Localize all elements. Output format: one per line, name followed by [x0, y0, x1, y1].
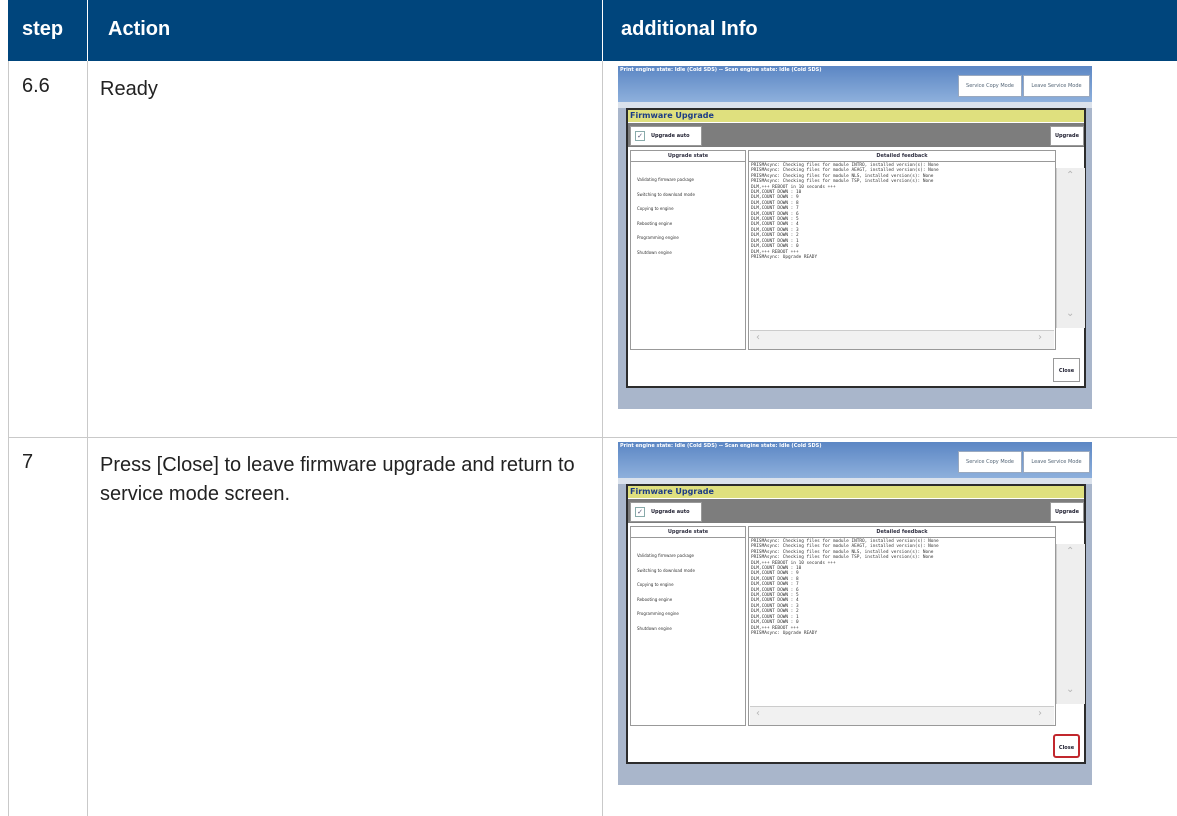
- close-button[interactable]: Close: [1053, 358, 1080, 382]
- upgrade-state-item: Programming engine: [637, 235, 679, 240]
- window-toolbar: ✓ Upgrade auto Upgrade: [628, 123, 1084, 147]
- upgrade-state-item: Programming engine: [637, 611, 679, 616]
- detailed-feedback-header: Detailed feedback: [749, 151, 1055, 162]
- upgrade-state-item: Shutdown engine: [637, 249, 672, 255]
- horizontal-scrollbar[interactable]: ‹ ›: [750, 706, 1054, 725]
- column-divider: [602, 61, 603, 816]
- step-number: 7: [22, 451, 34, 473]
- upgrade-auto-label: Upgrade auto: [651, 509, 690, 515]
- service-copy-mode-button[interactable]: Service Copy Mode: [958, 75, 1022, 97]
- chevron-left-icon[interactable]: ‹: [756, 708, 760, 719]
- header-divider: [602, 0, 603, 61]
- upgrade-state-item: Validating firmware package: [637, 177, 695, 182]
- upgrade-auto-checkbox[interactable]: ✓ Upgrade auto: [630, 126, 702, 146]
- upgrade-state-header: Upgrade state: [631, 151, 745, 162]
- close-button[interactable]: Close: [1053, 734, 1080, 758]
- chevron-right-icon[interactable]: ›: [1038, 332, 1042, 343]
- upgrade-state-item: Switching to download mode: [637, 567, 695, 573]
- column-divider: [8, 61, 9, 816]
- feedback-log: PRISMAsync: Checking files for module IN…: [751, 539, 939, 636]
- upgrade-state-item: Validating firmware package: [637, 553, 695, 558]
- chevron-right-icon[interactable]: ›: [1038, 708, 1042, 719]
- chevron-down-icon[interactable]: ⌄: [1066, 684, 1074, 695]
- header-step: step: [22, 18, 64, 40]
- engine-state-text: Print engine state: Idle (Cold SDS) -- S…: [620, 443, 822, 449]
- upgrade-state-item: Shutdown engine: [637, 625, 672, 631]
- window-toolbar: ✓ Upgrade auto Upgrade: [628, 499, 1084, 523]
- window-title: Firmware Upgrade: [628, 110, 1084, 122]
- checkmark-icon: ✓: [635, 507, 645, 517]
- log-line: PRISMAsync: Upgrade READY: [751, 254, 818, 260]
- leave-service-mode-button[interactable]: Leave Service Mode: [1023, 75, 1090, 97]
- upgrade-button[interactable]: Upgrade: [1050, 126, 1084, 146]
- upgrade-auto-label: Upgrade auto: [651, 133, 690, 139]
- column-divider: [87, 61, 88, 816]
- log-line: PRISMAsync: Checking files for module TS…: [751, 555, 934, 561]
- firmware-upgrade-screenshot: Print engine state: Idle (Cold SDS) -- S…: [618, 66, 1092, 409]
- action-text: Ready: [100, 78, 158, 100]
- leave-service-mode-button[interactable]: Leave Service Mode: [1023, 451, 1090, 473]
- vertical-scrollbar[interactable]: ⌃ ⌄: [1056, 168, 1085, 328]
- upgrade-state-item: Rebooting engine: [637, 596, 673, 602]
- status-bar: Print engine state: Idle (Cold SDS) -- S…: [618, 66, 1092, 102]
- step-number: 6.6: [22, 75, 50, 97]
- window-title: Firmware Upgrade: [628, 486, 1084, 498]
- detailed-feedback-panel: Detailed feedback PRISMAsync: Checking fi…: [748, 526, 1056, 726]
- service-copy-mode-button[interactable]: Service Copy Mode: [958, 451, 1022, 473]
- upgrade-state-header: Upgrade state: [631, 527, 745, 538]
- firmware-upgrade-window: Firmware Upgrade ✓ Upgrade auto Upgrade Upgr…: [626, 484, 1086, 764]
- upgrade-state-item: Copying to engine: [637, 582, 674, 587]
- chevron-up-icon[interactable]: ⌃: [1066, 546, 1074, 557]
- upgrade-state-panel: Upgrade state Validating firmware package…: [630, 526, 746, 726]
- detailed-feedback-header: Detailed feedback: [749, 527, 1055, 538]
- upgrade-state-item: Rebooting engine: [637, 220, 673, 226]
- engine-state-text: Print engine state: Idle (Cold SDS) -- S…: [620, 67, 822, 73]
- horizontal-scrollbar[interactable]: ‹ ›: [750, 330, 1054, 349]
- upgrade-state-item: Copying to engine: [637, 206, 674, 211]
- upgrade-state-panel: Upgrade state Validating firmware package…: [630, 150, 746, 350]
- table-header: step Action additional Info: [8, 0, 1177, 61]
- chevron-up-icon[interactable]: ⌃: [1066, 170, 1074, 181]
- upgrade-auto-checkbox[interactable]: ✓ Upgrade auto: [630, 502, 702, 522]
- vertical-scrollbar[interactable]: ⌃ ⌄: [1056, 544, 1085, 704]
- log-line: PRISMAsync: Upgrade READY: [751, 630, 818, 636]
- log-line: PRISMAsync: Checking files for module TS…: [751, 179, 934, 185]
- upgrade-button[interactable]: Upgrade: [1050, 502, 1084, 522]
- chevron-down-icon[interactable]: ⌄: [1066, 308, 1074, 319]
- feedback-log: PRISMAsync: Checking files for module IN…: [751, 163, 939, 260]
- firmware-upgrade-window: Firmware Upgrade ✓ Upgrade auto Upgrade Upgr…: [626, 108, 1086, 388]
- action-text: Press [Close] to leave firmware upgrade …: [100, 454, 575, 505]
- detailed-feedback-panel: Detailed feedback PRISMAsync: Checking fi…: [748, 150, 1056, 350]
- chevron-left-icon[interactable]: ‹: [756, 332, 760, 343]
- firmware-upgrade-screenshot: Print engine state: Idle (Cold SDS) -- S…: [618, 442, 1092, 785]
- upgrade-state-item: Switching to download mode: [637, 191, 695, 197]
- header-additional-info: additional Info: [621, 18, 758, 40]
- header-divider: [87, 0, 88, 61]
- checkmark-icon: ✓: [635, 131, 645, 141]
- header-action: Action: [108, 18, 171, 40]
- status-bar: Print engine state: Idle (Cold SDS) -- S…: [618, 442, 1092, 478]
